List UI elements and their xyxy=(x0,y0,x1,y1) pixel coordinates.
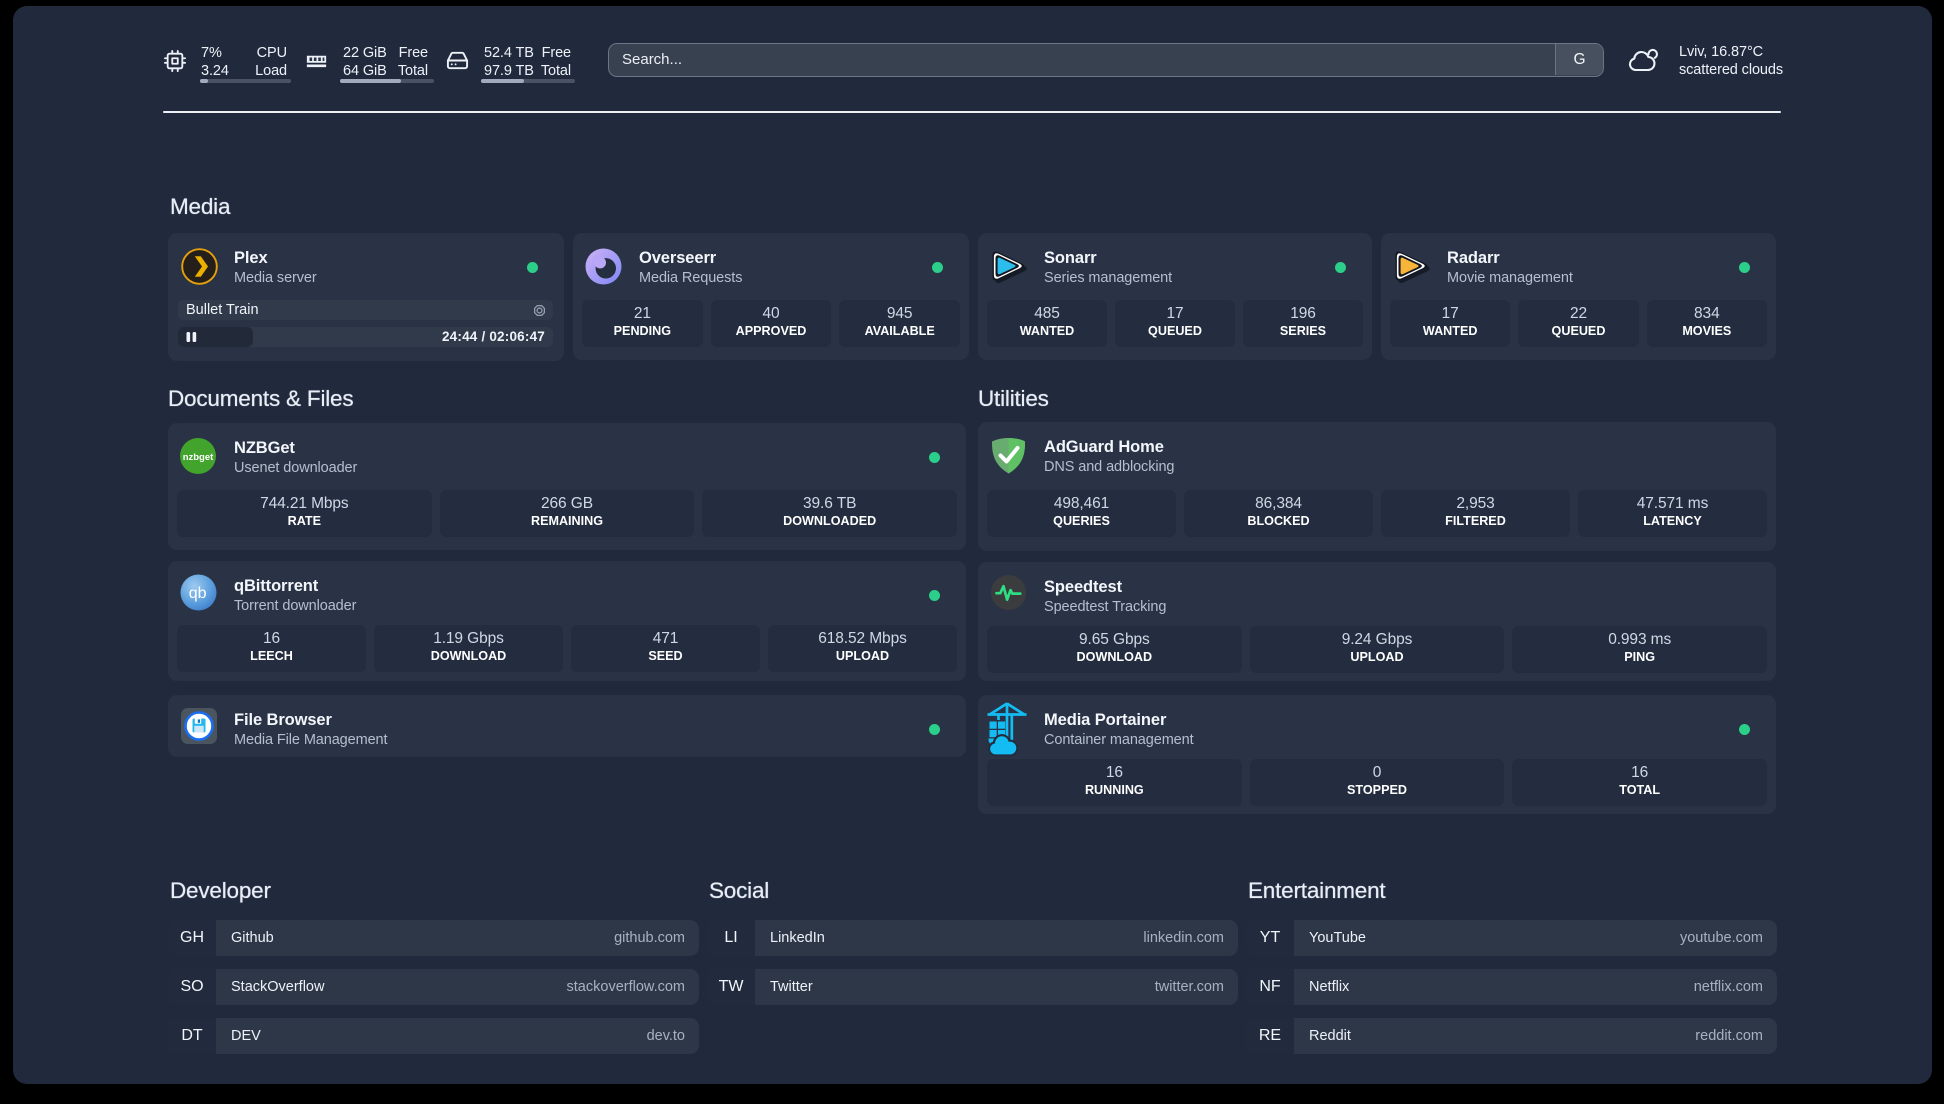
svg-text:qb: qb xyxy=(189,585,207,602)
svg-text:nzbget: nzbget xyxy=(183,452,214,463)
